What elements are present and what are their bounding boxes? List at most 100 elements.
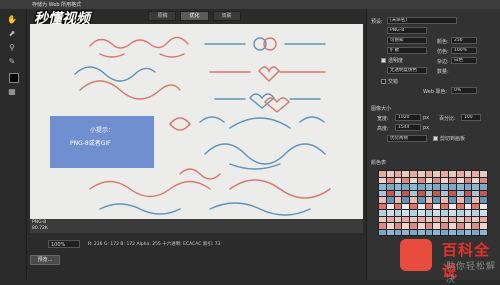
color-table-swatch[interactable] [480, 190, 487, 196]
color-table-swatch[interactable] [410, 177, 417, 183]
color-table-swatch[interactable] [472, 223, 480, 229]
color-table-swatch[interactable] [402, 184, 410, 190]
color-table-swatch[interactable] [433, 184, 441, 190]
color-table-swatch[interactable] [456, 184, 464, 190]
color-table-swatch[interactable] [394, 203, 402, 209]
color-table-swatch[interactable] [417, 177, 425, 183]
color-table-swatch[interactable] [480, 203, 487, 209]
preview-canvas[interactable]: 小提示： PNG-8或者GIF [30, 24, 363, 219]
color-table[interactable] [378, 170, 488, 236]
preview-button[interactable]: 预览... [30, 255, 60, 265]
color-table-swatch[interactable] [480, 177, 487, 183]
dither-field[interactable]: 100% [451, 47, 477, 54]
color-table-swatch[interactable] [472, 190, 480, 196]
color-table-swatch[interactable] [449, 197, 456, 203]
color-table-swatch[interactable] [464, 203, 472, 209]
color-table-swatch[interactable] [480, 223, 487, 229]
color-table-swatch[interactable] [394, 197, 402, 203]
color-table-swatch[interactable] [379, 177, 386, 183]
tab-optimized[interactable]: 优化 [180, 11, 209, 21]
color-table-swatch[interactable] [456, 190, 464, 196]
color-table-swatch[interactable] [410, 184, 417, 190]
color-table-swatch[interactable] [386, 177, 394, 183]
color-table-swatch[interactable] [441, 177, 449, 183]
color-table-swatch[interactable] [425, 190, 433, 196]
color-table-swatch[interactable] [410, 203, 417, 209]
color-table-swatch[interactable] [394, 184, 402, 190]
color-table-swatch[interactable] [464, 197, 472, 203]
color-table-swatch[interactable] [386, 210, 394, 216]
format-select[interactable]: PNG-8 [387, 27, 427, 34]
color-table-swatch[interactable] [386, 171, 394, 177]
width-field[interactable]: 1020 [395, 114, 421, 121]
color-table-swatch[interactable] [425, 171, 433, 177]
color-table-swatch[interactable] [379, 223, 386, 229]
color-table-swatch[interactable] [425, 210, 433, 216]
color-table-swatch[interactable] [472, 197, 480, 203]
color-table-swatch[interactable] [464, 177, 472, 183]
color-table-swatch[interactable] [449, 171, 456, 177]
matte-select[interactable]: 白色 [451, 57, 477, 64]
colors-field[interactable]: 256 [451, 37, 477, 44]
color-table-swatch[interactable] [402, 216, 410, 222]
color-table-swatch[interactable] [425, 203, 433, 209]
trans-dither-select[interactable]: 无透明度仿色 [387, 67, 427, 74]
color-table-swatch[interactable] [386, 216, 394, 222]
color-table-swatch[interactable] [417, 184, 425, 190]
color-table-swatch[interactable] [379, 216, 386, 222]
quality-select[interactable]: 优化两侧 [387, 135, 427, 142]
color-table-swatch[interactable] [402, 177, 410, 183]
color-table-swatch[interactable] [402, 171, 410, 177]
color-table-swatch[interactable] [472, 216, 480, 222]
color-table-swatch[interactable] [441, 190, 449, 196]
slice-select-icon[interactable]: ⬈ [6, 29, 18, 39]
color-table-swatch[interactable] [456, 223, 464, 229]
color-table-swatch[interactable] [402, 190, 410, 196]
clip-artboard-checkbox[interactable] [433, 136, 438, 141]
color-table-swatch[interactable] [480, 216, 487, 222]
color-table-swatch[interactable] [433, 203, 441, 209]
color-table-swatch[interactable] [441, 171, 449, 177]
color-table-swatch[interactable] [433, 216, 441, 222]
color-table-swatch[interactable] [410, 171, 417, 177]
reduction-select[interactable]: 可感知 [387, 37, 427, 44]
color-table-swatch[interactable] [402, 197, 410, 203]
color-table-swatch[interactable] [425, 197, 433, 203]
color-table-swatch[interactable] [464, 216, 472, 222]
tab-2up[interactable]: 双联 [212, 11, 241, 21]
color-table-swatch[interactable] [480, 171, 487, 177]
color-table-swatch[interactable] [417, 197, 425, 203]
toggle-slices-icon[interactable]: ▦ [6, 87, 18, 97]
color-table-swatch[interactable] [417, 223, 425, 229]
color-table-swatch[interactable] [402, 203, 410, 209]
color-table-swatch[interactable] [417, 171, 425, 177]
dither-algo-select[interactable]: 扩散 [387, 47, 427, 54]
color-table-swatch[interactable] [386, 197, 394, 203]
color-table-swatch[interactable] [480, 197, 487, 203]
color-table-swatch[interactable] [410, 197, 417, 203]
color-table-swatch[interactable] [394, 223, 402, 229]
eyedropper-color-swatch[interactable] [9, 73, 19, 83]
height-field[interactable]: 1544 [395, 124, 421, 131]
color-table-swatch[interactable] [394, 190, 402, 196]
color-table-swatch[interactable] [449, 223, 456, 229]
color-table-swatch[interactable] [410, 223, 417, 229]
color-table-swatch[interactable] [456, 171, 464, 177]
color-table-swatch[interactable] [417, 216, 425, 222]
color-table-swatch[interactable] [441, 197, 449, 203]
preset-select[interactable]: [未命名] [387, 17, 457, 24]
color-table-swatch[interactable] [425, 223, 433, 229]
percent-field[interactable]: 100 [461, 114, 481, 121]
color-table-swatch[interactable] [464, 210, 472, 216]
color-table-swatch[interactable] [464, 171, 472, 177]
color-table-swatch[interactable] [449, 190, 456, 196]
color-table-swatch[interactable] [402, 210, 410, 216]
color-table-swatch[interactable] [441, 223, 449, 229]
zoom-tool-icon[interactable]: ⚲ [6, 43, 18, 53]
color-table-swatch[interactable] [456, 203, 464, 209]
zoom-select[interactable]: 100% [48, 240, 80, 248]
color-table-swatch[interactable] [480, 210, 487, 216]
color-table-swatch[interactable] [379, 197, 386, 203]
color-table-swatch[interactable] [394, 216, 402, 222]
color-table-swatch[interactable] [386, 184, 394, 190]
